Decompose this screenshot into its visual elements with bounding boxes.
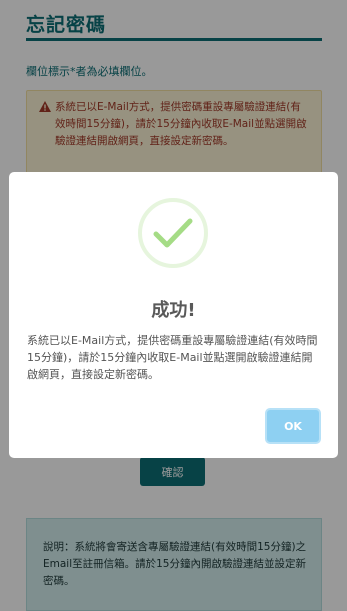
success-check-icon <box>153 218 193 248</box>
dialog-message: 系統已以E-Mail方式，提供密碼重設專屬驗證連結(有效時間15分鐘)，請於15… <box>27 334 318 381</box>
dialog-title: 成功! <box>151 300 196 321</box>
ok-button[interactable]: OK <box>265 408 321 444</box>
success-dialog: 成功! 系統已以E-Mail方式，提供密碼重設專屬驗證連結(有效時間15分鐘)，… <box>9 172 338 458</box>
